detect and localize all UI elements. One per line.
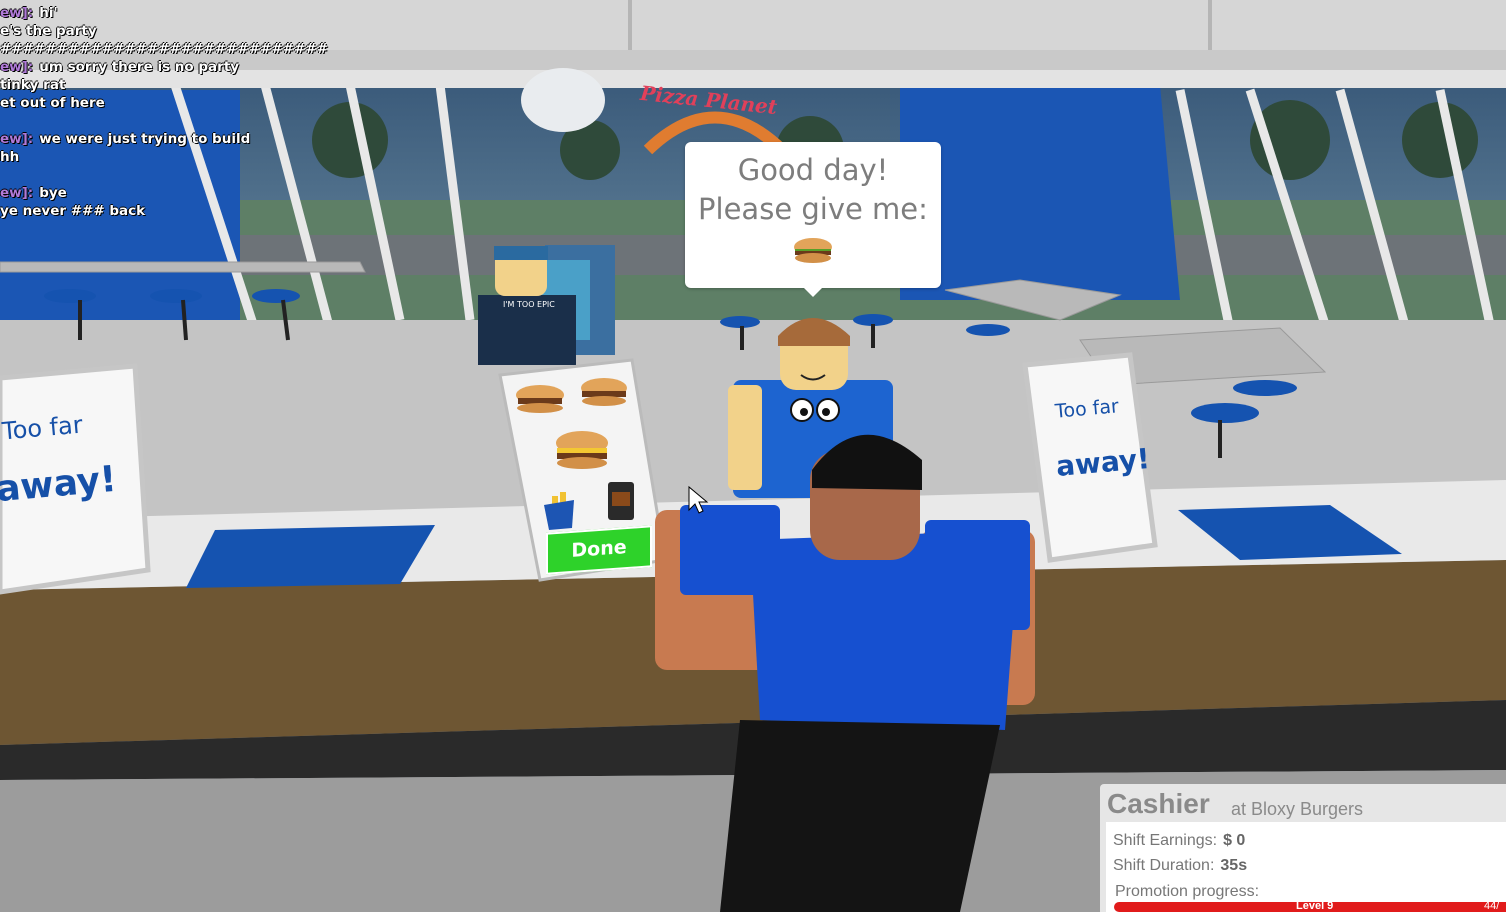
chat-message: ew]: um sorry there is no party [0,58,260,76]
burger-icon [794,238,832,263]
job-panel: Cashier at Bloxy Burgers Shift Earnings:… [1100,784,1506,912]
done-button[interactable]: Done [546,525,652,575]
customer-queue: I'M TOO EPIC [478,245,615,365]
job-location: at Bloxy Burgers [1231,799,1364,819]
chat-message: ew]: we were just trying to build [0,130,260,148]
soda-icon [608,482,634,520]
chat-message [0,166,260,184]
chat-username: ew]: [0,131,34,147]
chat-text: um sorry there is no party [39,59,240,75]
level-label: Level 9 [1296,900,1334,912]
job-stats: Shift Earnings: $ 0 Shift Duration: 35s Pr… [1106,822,1506,912]
chat-username: ew]: [0,59,34,75]
chat-username: ew]: [0,185,34,201]
earnings-value: $ 0 [1223,832,1246,849]
chat-username: ew]: [0,5,34,21]
chat-text: e's the party [0,23,97,39]
earnings-label: Shift Earnings: [1113,832,1218,849]
chat-text: et out of here [0,95,105,111]
chat-text: ############################# [0,41,329,57]
chat-text: hi' [39,5,58,21]
chat-message: ############################# [0,40,328,58]
chat-message: e's the party [0,22,260,40]
chat-message: ew]: bye [0,184,260,202]
chat-message: ew]: hi' [0,4,260,22]
chat-message: et out of here [0,94,260,112]
bubble-greeting: Good day! [737,153,889,187]
burger-icon [581,378,627,406]
chat-text: bye [39,185,67,201]
duration-label: Shift Duration: [1113,857,1215,874]
job-title: Cashier [1107,788,1210,819]
order-speech-bubble: Good day! Please give me: [685,142,941,297]
chat-message: ye never ### back [0,202,260,220]
duration-value: 35s [1220,857,1248,874]
chat-log: ew]: hi' e's the party ####################… [0,4,328,220]
burger-icon [516,385,564,413]
chat-text: ye never ### back [0,203,146,219]
bubble-request: Please give me: [698,192,928,226]
cheeseburger-icon [556,431,608,469]
duration-row: Shift Duration: 35s [1113,857,1247,875]
svg-text:I'M TOO EPIC: I'M TOO EPIC [503,300,555,309]
chat-text: we were just trying to build [39,131,251,147]
chat-message [0,112,260,130]
progress-count: 44/ [1484,900,1500,912]
chat-text: tinky rat [0,77,66,93]
promotion-label: Promotion progress: [1115,883,1260,900]
chat-message: hh [0,148,260,166]
earnings-row: Shift Earnings: $ 0 [1113,832,1245,850]
chat-message: tinky rat [0,76,260,94]
chat-text: hh [0,149,20,165]
